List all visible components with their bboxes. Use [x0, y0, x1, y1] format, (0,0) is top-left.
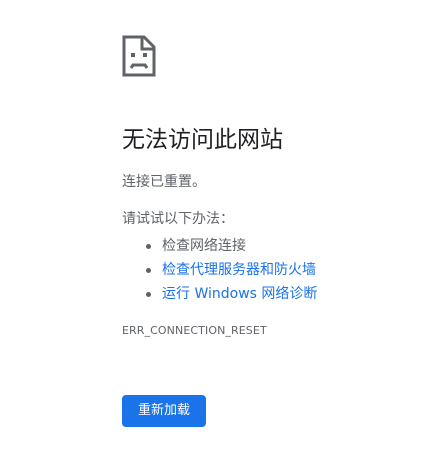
suggestion-check-proxy[interactable]: 检查代理服务器和防火墙 [146, 258, 317, 282]
run-diagnostics-link[interactable]: 运行 Windows 网络诊断 [162, 286, 317, 302]
bullet-icon [146, 244, 151, 249]
bullet-icon [146, 268, 151, 273]
error-code: ERR_CONNECTION_RESET [122, 324, 267, 337]
bullet-icon [146, 292, 151, 297]
page-title: 无法访问此网站 [122, 127, 283, 153]
reload-button[interactable]: 重新加载 [122, 395, 206, 427]
suggestion-run-diagnostics[interactable]: 运行 Windows 网络诊断 [146, 282, 317, 306]
suggestion-check-network: 检查网络连接 [146, 234, 317, 258]
error-description: 连接已重置。 [122, 174, 206, 190]
suggestions-list: 检查网络连接 检查代理服务器和防火墙 运行 Windows 网络诊断 [146, 234, 317, 306]
suggestion-label: 检查网络连接 [162, 238, 246, 254]
check-proxy-link[interactable]: 检查代理服务器和防火墙 [162, 262, 316, 278]
sad-document-icon [121, 34, 157, 78]
suggestions-heading: 请试试以下办法： [122, 211, 234, 227]
error-page: 无法访问此网站 连接已重置。 请试试以下办法： 检查网络连接 检查代理服务器和防… [0, 0, 443, 450]
